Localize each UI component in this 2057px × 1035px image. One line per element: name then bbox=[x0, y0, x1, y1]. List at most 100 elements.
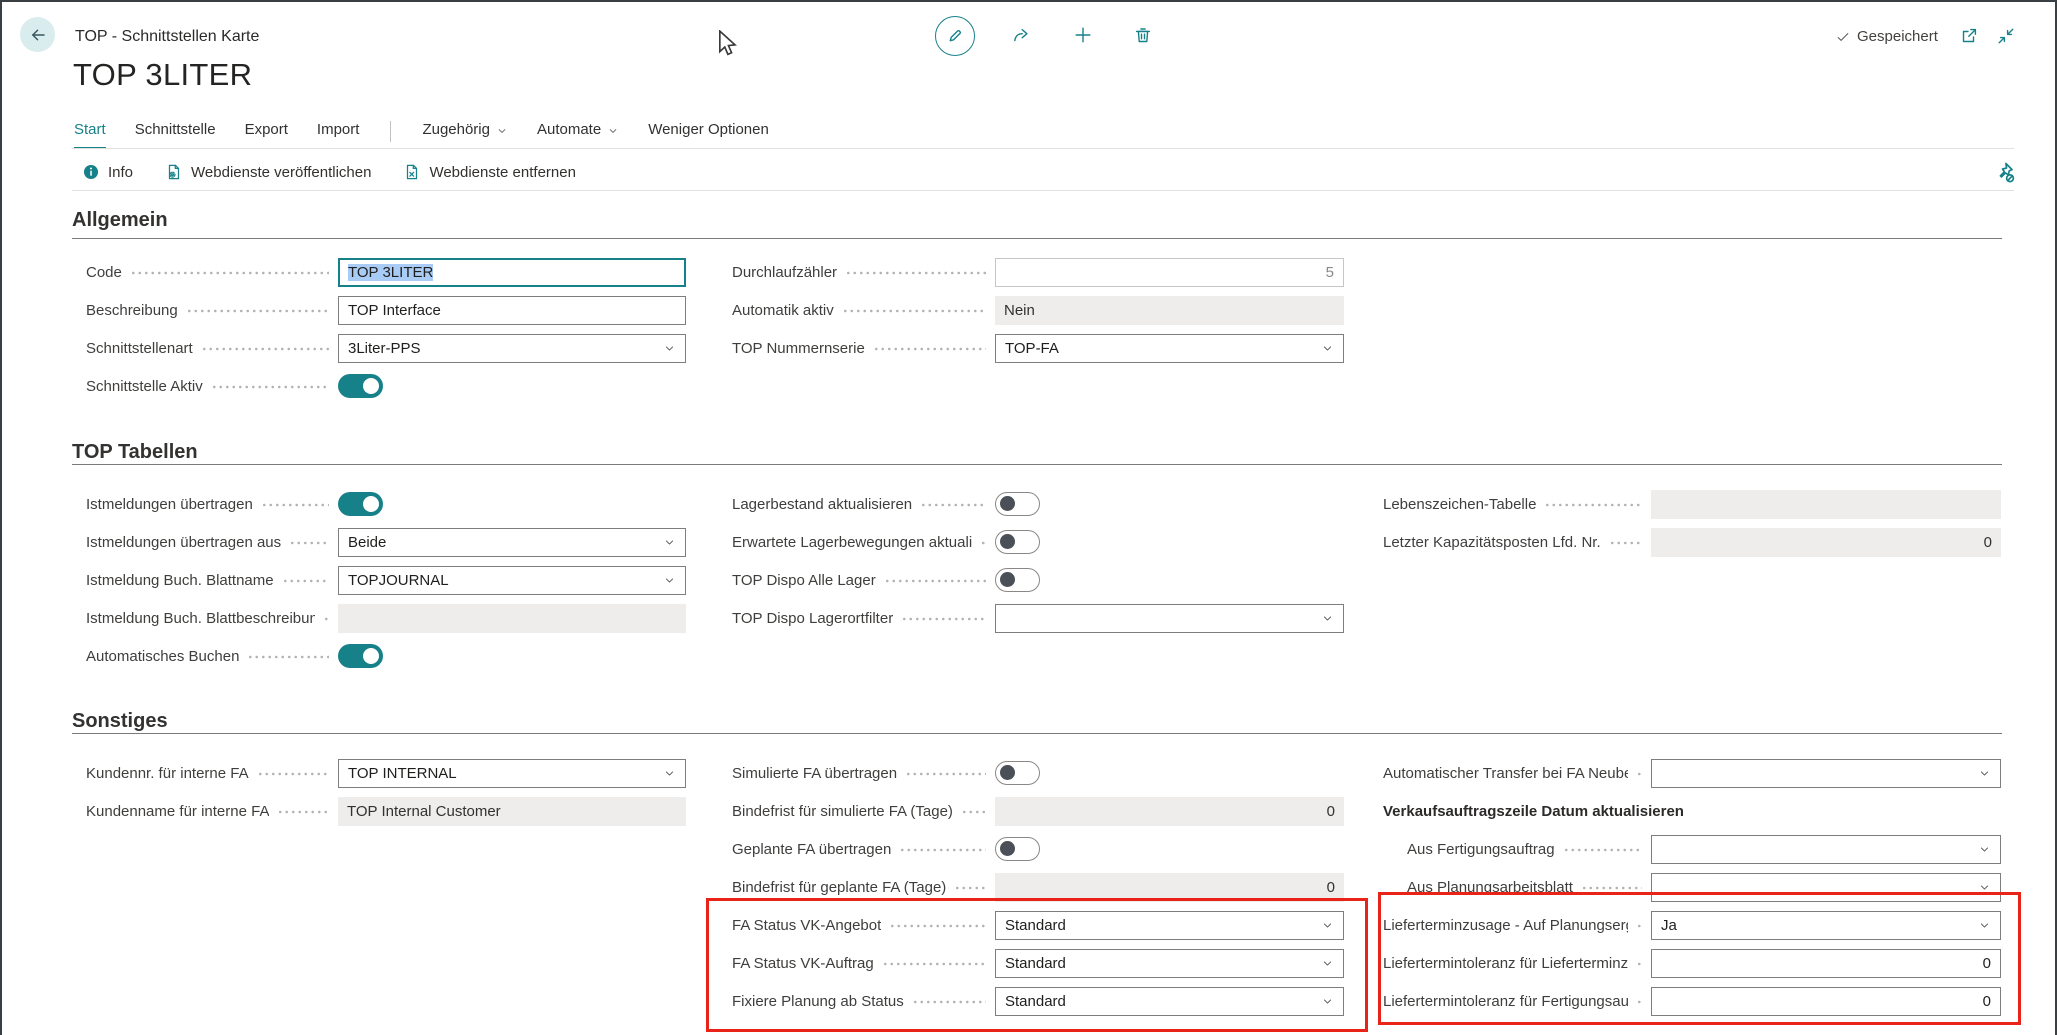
chevron-down-icon[interactable] bbox=[657, 767, 676, 780]
field-value: 0 bbox=[1983, 955, 1991, 972]
unpin-icon[interactable] bbox=[1992, 160, 2016, 184]
field-value: TOP 3LITER bbox=[348, 264, 433, 281]
dotted-leader bbox=[1636, 924, 1642, 928]
readonly-field-bindefrist-fuer-simulierte-fa-tage: 0 bbox=[995, 797, 1344, 826]
combo-automatischer-transfer-bei-fa-neube[interactable] bbox=[1651, 759, 2001, 788]
chevron-down-icon[interactable] bbox=[1972, 881, 1991, 894]
mouse-cursor bbox=[718, 30, 740, 56]
chevron-down-icon[interactable] bbox=[1315, 995, 1334, 1008]
field-label: Automatischer Transfer bei FA Neube... bbox=[1383, 765, 1628, 782]
field-row-simulierte-fa-uebertragen: Simulierte FA übertragen bbox=[732, 754, 1344, 792]
tab-import[interactable]: Import bbox=[317, 121, 360, 147]
chevron-down-icon[interactable] bbox=[1972, 919, 1991, 932]
tab-start[interactable]: Start bbox=[74, 121, 106, 149]
field-row-durchlaufzaehler: Durchlaufzähler5 bbox=[732, 253, 1344, 291]
field-row-kundennr-fuer-interne-fa: Kundennr. für interne FATOP INTERNAL bbox=[86, 754, 686, 792]
field-value: TOP Internal Customer bbox=[347, 803, 501, 820]
tab-schnittstelle[interactable]: Schnittstelle bbox=[135, 121, 216, 147]
toggle-erwartete-lagerbewegungen-aktualisi[interactable] bbox=[995, 530, 1040, 554]
tab-automate[interactable]: Automate bbox=[537, 121, 619, 147]
chevron-down-icon[interactable] bbox=[657, 536, 676, 549]
tab-label: Import bbox=[317, 121, 360, 138]
toggle-area bbox=[995, 530, 1344, 554]
combo-lieferterminzusage-auf-planungserg[interactable]: Ja bbox=[1651, 911, 2001, 940]
action-bar-divider bbox=[72, 190, 2014, 191]
chevron-down-icon[interactable] bbox=[657, 342, 676, 355]
chevron-down-icon[interactable] bbox=[1315, 612, 1334, 625]
field-row-fa-status-vk-auftrag: FA Status VK-AuftragStandard bbox=[732, 944, 1344, 982]
combo-fa-status-vk-angebot[interactable]: Standard bbox=[995, 911, 1344, 940]
tab-zugehoerig[interactable]: Zugehörig bbox=[422, 121, 508, 147]
toggle-geplante-fa-uebertragen[interactable] bbox=[995, 837, 1040, 861]
combo-aus-planungsarbeitsblatt[interactable] bbox=[1651, 873, 2001, 902]
toggle-area bbox=[338, 644, 686, 668]
chevron-down-icon[interactable] bbox=[1315, 957, 1334, 970]
tab-label: Automate bbox=[537, 121, 601, 138]
section-heading-sonstiges: Sonstiges bbox=[72, 710, 168, 733]
combo-top-dispo-lagerortfilter[interactable] bbox=[995, 604, 1344, 633]
edit-button[interactable] bbox=[935, 16, 975, 56]
chevron-down-icon[interactable] bbox=[1972, 843, 1991, 856]
toggle-lagerbestand-aktualisieren[interactable] bbox=[995, 492, 1040, 516]
open-in-window-icon[interactable] bbox=[1959, 26, 1981, 48]
action-label: Webdienste veröffentlichen bbox=[191, 164, 371, 181]
tab-weniger-optionen[interactable]: Weniger Optionen bbox=[648, 121, 769, 147]
combo-schnittstellenart[interactable]: 3Liter-PPS bbox=[338, 334, 686, 363]
dotted-leader bbox=[884, 579, 986, 583]
field-value: 0 bbox=[1327, 803, 1335, 820]
field-value: 0 bbox=[1984, 534, 1992, 551]
field-row-automatik-aktiv: Automatik aktivNein bbox=[732, 291, 1344, 329]
combo-top-nummernserie[interactable]: TOP-FA bbox=[995, 334, 1344, 363]
section-underline bbox=[72, 464, 2002, 465]
tab-label: Zugehörig bbox=[422, 121, 490, 138]
toggle-top-dispo-alle-lager[interactable] bbox=[995, 568, 1040, 592]
field-row-automatischer-transfer-bei-fa-neube: Automatischer Transfer bei FA Neube... bbox=[1383, 754, 2001, 792]
toggle-area bbox=[995, 568, 1344, 592]
delete-button[interactable] bbox=[1124, 16, 1162, 54]
chevron-down-icon[interactable] bbox=[1315, 342, 1334, 355]
action-label: Info bbox=[108, 164, 133, 181]
chevron-down-icon[interactable] bbox=[657, 574, 676, 587]
combo-kundennr-fuer-interne-fa[interactable]: TOP INTERNAL bbox=[338, 759, 686, 788]
field-row-top-nummernserie: TOP NummernserieTOP-FA bbox=[732, 329, 1344, 367]
action-webdienste-entfernen[interactable]: Webdienste entfernen bbox=[403, 163, 576, 181]
combo-istmeldung-buch-blattname[interactable]: TOPJOURNAL bbox=[338, 566, 686, 595]
field-label: TOP Dispo Alle Lager bbox=[732, 572, 876, 589]
new-button[interactable] bbox=[1064, 16, 1102, 54]
dotted-leader bbox=[842, 309, 986, 313]
toggle-simulierte-fa-uebertragen[interactable] bbox=[995, 761, 1040, 785]
field-label: Schnittstelle Aktiv bbox=[86, 378, 203, 395]
business-central-card-page: TOP - Schnittstellen Karte Gespeichert T… bbox=[0, 0, 2057, 1035]
field-value: Ja bbox=[1661, 917, 1677, 934]
breadcrumb[interactable]: TOP - Schnittstellen Karte bbox=[75, 28, 259, 46]
chevron-down-icon[interactable] bbox=[1315, 919, 1334, 932]
collapse-page-icon[interactable] bbox=[1996, 26, 2018, 48]
field-row-beschreibung: BeschreibungTOP Interface bbox=[86, 291, 686, 329]
combo-fixiere-planung-ab-status[interactable]: Standard bbox=[995, 987, 1344, 1016]
toggle-istmeldungen-uebertragen[interactable] bbox=[338, 492, 383, 516]
toggle-area bbox=[338, 374, 686, 398]
toggle-schnittstelle-aktiv[interactable] bbox=[338, 374, 383, 398]
tab-export[interactable]: Export bbox=[245, 121, 288, 147]
section-heading-allgemein: Allgemein bbox=[72, 209, 168, 232]
input-code[interactable]: TOP 3LITER bbox=[338, 258, 686, 287]
input-beschreibung[interactable]: TOP Interface bbox=[338, 296, 686, 325]
field-value: Standard bbox=[1005, 955, 1066, 972]
toggle-area bbox=[995, 492, 1344, 516]
combo-aus-fertigungsauftrag[interactable] bbox=[1651, 835, 2001, 864]
combo-istmeldungen-uebertragen-aus[interactable]: Beide bbox=[338, 528, 686, 557]
dotted-leader bbox=[882, 962, 986, 966]
input-liefertermintoleranz-fuer-fertigungsau[interactable]: 0 bbox=[1651, 987, 2001, 1016]
action-info[interactable]: Info bbox=[82, 163, 133, 181]
combo-fa-status-vk-auftrag[interactable]: Standard bbox=[995, 949, 1344, 978]
back-button[interactable] bbox=[20, 17, 55, 52]
dotted-leader bbox=[323, 617, 329, 621]
input-liefertermintoleranz-fuer-lieferterminz[interactable]: 0 bbox=[1651, 949, 2001, 978]
toggle-automatisches-buchen[interactable] bbox=[338, 644, 383, 668]
share-button[interactable] bbox=[1002, 16, 1040, 54]
field-value: 0 bbox=[1983, 993, 1991, 1010]
field-row-code: CodeTOP 3LITER bbox=[86, 253, 686, 291]
action-webdienste-veroeffentlichen[interactable]: Webdienste veröffentlichen bbox=[165, 163, 371, 181]
chevron-down-icon[interactable] bbox=[1972, 767, 1991, 780]
field-row-lagerbestand-aktualisieren: Lagerbestand aktualisieren bbox=[732, 485, 1344, 523]
